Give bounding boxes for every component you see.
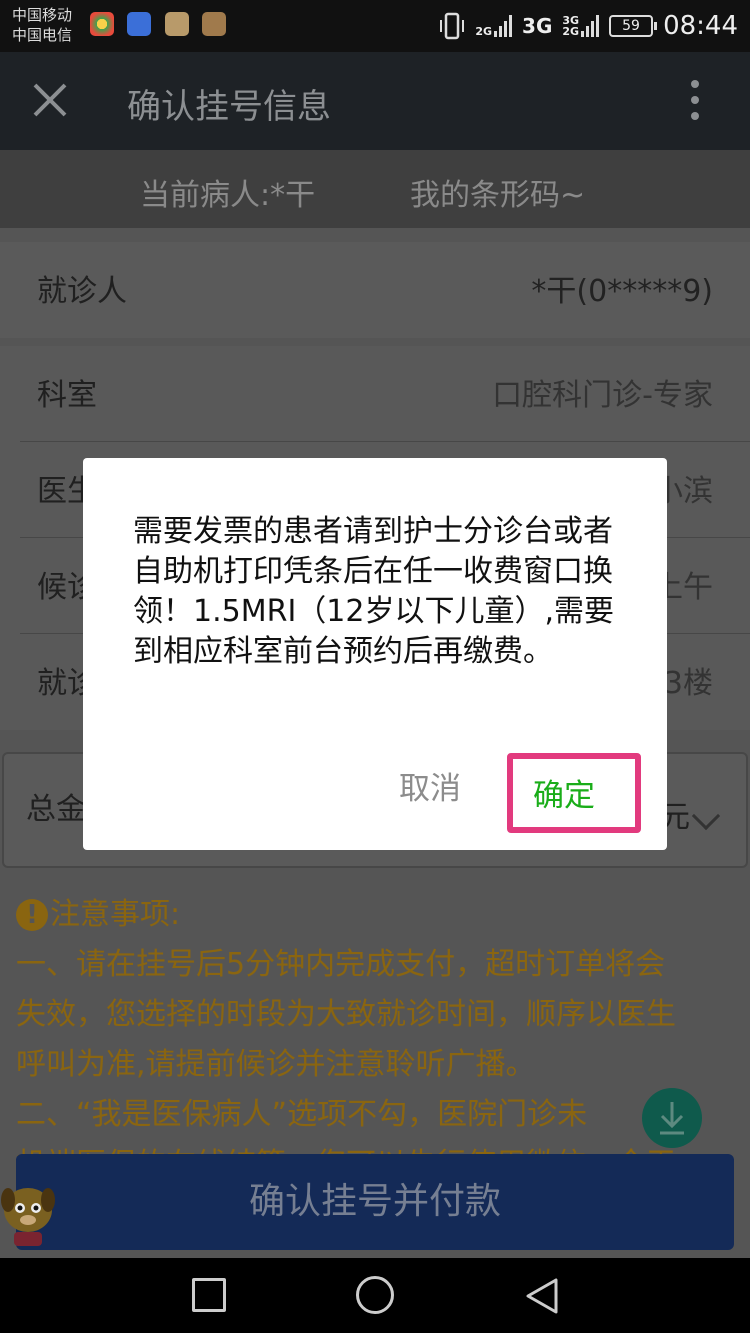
cancel-button[interactable]: 取消 (399, 763, 461, 808)
network-type-3-bottom: 2G (562, 25, 580, 38)
total-label: 总金 (26, 792, 86, 827)
chevron-down-icon (691, 801, 721, 831)
app-notification-icon (90, 12, 114, 36)
network-type-1: 2G (475, 25, 493, 38)
carrier-2: 中国电信 (12, 26, 73, 44)
app-bar: 确认挂号信息 (0, 52, 750, 150)
current-patient-button[interactable]: 当前病人:*干 (140, 170, 315, 214)
vibrate-icon (440, 12, 465, 40)
nav-back-icon[interactable] (524, 1276, 560, 1316)
row-value: 口腔科门诊-专家 (492, 378, 713, 413)
signal-icon (494, 15, 513, 37)
battery-icon: 59 (609, 15, 658, 37)
baidu-notification-icon (127, 12, 151, 36)
clock: 08:44 (663, 11, 738, 41)
mascot-icon[interactable] (0, 1180, 56, 1250)
row-key: 就诊人 (37, 274, 127, 309)
nav-recent-icon[interactable] (192, 1278, 226, 1312)
notice-line: 一、请在挂号后5分钟内完成支付，超时订单将会 (16, 947, 666, 982)
notice-title: 注意事项: (50, 897, 181, 932)
confirm-and-pay-button[interactable]: 确认挂号并付款 (16, 1154, 734, 1250)
notice-line: 呼叫为准,请提前候诊并注意聆听广播。 (16, 1047, 536, 1082)
row-key: 科室 (37, 378, 97, 413)
close-icon[interactable] (30, 80, 70, 120)
row-patient[interactable]: 就诊人 *干(0*****9) (0, 242, 750, 338)
confirm-button[interactable]: 确定 (507, 753, 641, 833)
row-value: *干(0*****9) (531, 274, 713, 309)
download-button[interactable] (642, 1088, 702, 1148)
my-barcode-button[interactable]: 我的条形码~ (410, 170, 585, 214)
patient-bar: 当前病人:*干 我的条形码~ (0, 150, 750, 228)
download-icon (660, 1102, 684, 1135)
health-notification-icon (165, 12, 189, 36)
row-value: 3楼 (663, 666, 713, 701)
carrier-1: 中国移动 (12, 6, 73, 24)
gallery-notification-icon (202, 12, 226, 36)
system-nav-bar (0, 1258, 750, 1333)
network-type-2: 3G (522, 14, 553, 38)
status-bar: 中国移动 中国电信 2G 3G 3G 2G 59 08:44 (0, 0, 750, 52)
warning-icon: ! (16, 899, 48, 931)
page-title: 确认挂号信息 (127, 87, 331, 127)
carrier-names: 中国移动 中国电信 (12, 5, 72, 45)
signal-icon-2 (581, 15, 600, 37)
notice-section: ! 注意事项: 一、请在挂号后5分钟内完成支付，超时订单将会 失效，您选择的时段为… (16, 890, 750, 1190)
confirm-label: 确定 (533, 778, 595, 814)
battery-level: 59 (622, 18, 640, 34)
row-department: 科室 口腔科门诊-专家 (0, 346, 750, 442)
more-icon[interactable] (690, 80, 700, 124)
nav-home-icon[interactable] (356, 1276, 394, 1314)
dialog-message: 需要发票的患者请到护士分诊台或者自助机打印凭条后在任一收费窗口换领！1.5MRI… (133, 514, 614, 669)
notice-dialog: 需要发票的患者请到护士分诊台或者自助机打印凭条后在任一收费窗口换领！1.5MRI… (83, 458, 667, 850)
notice-line: 失效，您选择的时段为大致就诊时间，顺序以医生 (16, 997, 676, 1032)
notice-line: 二、“我是医保病人”选项不勾，医院门诊未手 (16, 1097, 675, 1132)
status-indicators: 2G 3G 3G 2G 59 08:44 (439, 8, 738, 44)
